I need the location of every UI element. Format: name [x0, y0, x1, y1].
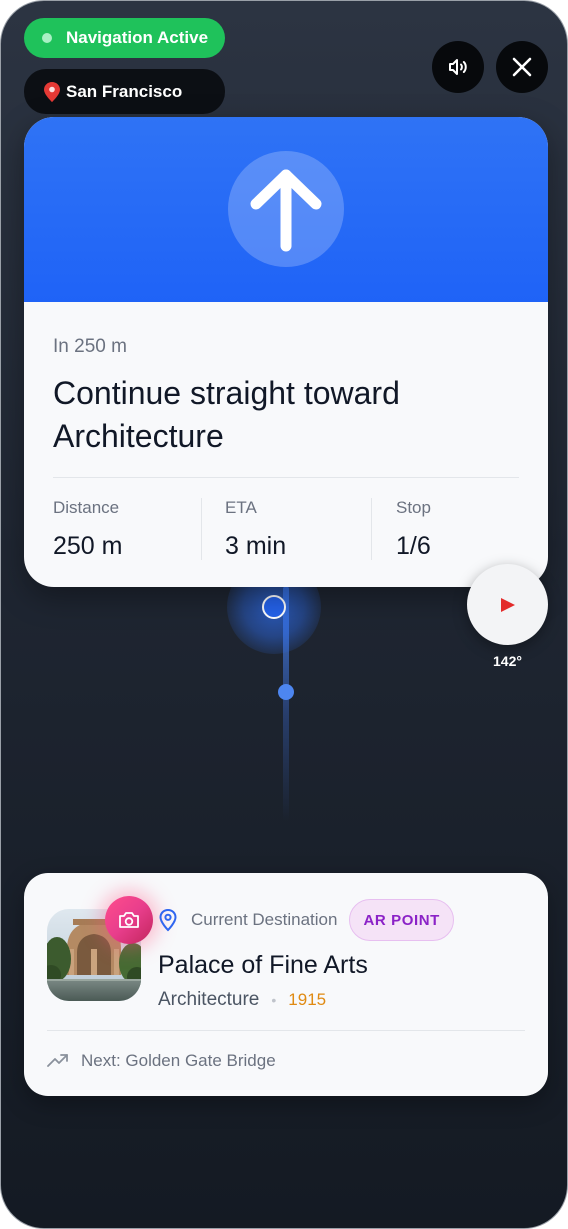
- camera-icon: [119, 912, 139, 928]
- phone-screen: Navigation Active San Francisco In 250 m…: [0, 0, 568, 1229]
- destination-meta: Architecture • 1915: [158, 989, 326, 1011]
- navigation-status-pill: Navigation Active: [24, 18, 225, 58]
- ar-point-badge: AR POINT: [349, 899, 454, 941]
- instruction-text: Continue straight toward Architecture: [53, 375, 400, 454]
- destination-year: 1915: [288, 990, 327, 1009]
- arrow-up-icon: [250, 169, 322, 252]
- close-button[interactable]: [496, 41, 548, 93]
- destination-label: Current Destination: [191, 910, 338, 929]
- instruction-card: In 250 m Continue straight toward Archit…: [24, 117, 548, 587]
- city-label: San Francisco: [66, 81, 183, 101]
- sound-button[interactable]: [432, 41, 484, 93]
- ar-camera-button[interactable]: [105, 896, 153, 944]
- stat-eta: ETA 3 min: [201, 498, 371, 560]
- stat-label: ETA: [225, 498, 257, 517]
- stat-label: Stop: [396, 498, 431, 517]
- destination-label-row: Current Destination AR POINT: [158, 899, 454, 941]
- stat-value: 250 m: [53, 532, 123, 560]
- compass-arrow-icon: [500, 597, 515, 612]
- instruction-body: In 250 m Continue straight toward Archit…: [24, 302, 548, 560]
- map-pin-icon: [44, 81, 60, 102]
- stat-value: 1/6: [396, 532, 431, 560]
- separator-dot: •: [271, 992, 277, 1008]
- instruction-header: [24, 117, 548, 302]
- divider: [53, 477, 519, 478]
- compass-heading: 142°: [493, 653, 522, 669]
- close-icon: [512, 57, 532, 77]
- stat-distance: Distance 250 m: [53, 498, 201, 560]
- direction-arrow-circle: [228, 151, 344, 267]
- speaker-icon: [449, 59, 467, 75]
- trip-stats: Distance 250 m ETA 3 min Stop 1/6: [53, 498, 519, 560]
- next-waypoint-dot[interactable]: [278, 684, 294, 700]
- location-pin-icon: [159, 908, 177, 932]
- compass-button[interactable]: [467, 564, 548, 645]
- stat-value: 3 min: [225, 532, 287, 560]
- trending-up-icon: [47, 1054, 68, 1067]
- distance-to-turn: In 250 m: [53, 336, 127, 357]
- stat-label: Distance: [53, 498, 120, 517]
- status-dot: [42, 33, 52, 43]
- navigation-status-label: Navigation Active: [66, 28, 209, 47]
- destination-name: Palace of Fine Arts: [158, 951, 368, 979]
- stat-stop: Stop 1/6: [371, 498, 519, 560]
- destination-category: Architecture: [158, 989, 260, 1010]
- next-destination[interactable]: Next: Golden Gate Bridge: [47, 1051, 276, 1071]
- destination-card[interactable]: Current Destination AR POINT Palace of F…: [24, 873, 548, 1096]
- user-location-dot: [262, 595, 286, 619]
- divider: [47, 1030, 525, 1031]
- city-pill: San Francisco: [24, 69, 225, 114]
- next-destination-label: Next: Golden Gate Bridge: [81, 1051, 276, 1070]
